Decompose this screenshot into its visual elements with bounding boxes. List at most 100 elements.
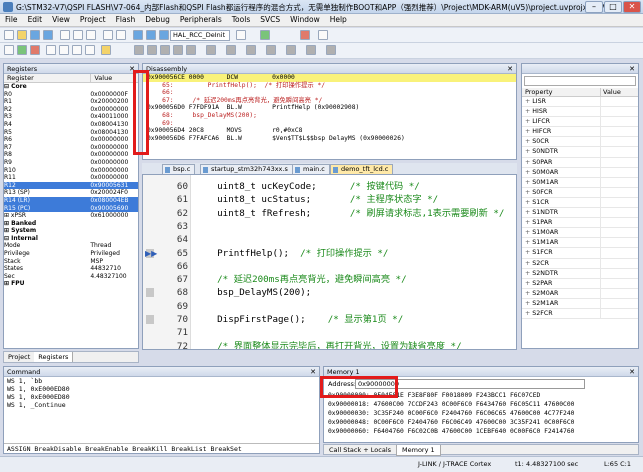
register-row[interactable]: ⊞ System [4,227,138,235]
memory-line[interactable]: 0x90000018: 47600C00 7CCDF243 0C00F6C0 F… [324,400,638,409]
property-row[interactable]: + HIFCR [522,127,638,138]
expand-icon[interactable]: + [525,300,530,307]
register-row[interactable]: R5 0x08004130 [4,129,138,137]
tab-bsp-c[interactable]: bsp.c [162,164,196,174]
disassembly-line[interactable]: 0x900056CE 0000 DCW 0x0000 [143,74,516,82]
expand-icon[interactable]: + [525,229,530,236]
register-row[interactable]: States 44832710 [4,265,138,273]
menu-window[interactable]: Window [285,14,325,25]
register-value[interactable]: 0x90005690 [90,205,138,213]
property-value[interactable] [600,137,638,147]
property-value[interactable] [600,147,638,157]
register-value[interactable] [90,235,138,243]
expand-icon[interactable]: + [525,128,530,135]
property-value[interactable] [600,177,638,187]
register-value[interactable]: MSP [90,258,138,266]
property-row[interactable]: + S1CR [522,197,638,209]
toolbox-icon[interactable] [326,45,336,55]
code-line[interactable]: 62 uint8_t fRefresh; /* 刷屏请求标志,1表示需要刷新 *… [143,207,516,220]
register-value[interactable]: 0x0000000F [90,91,138,99]
tab-memory-1[interactable]: Memory 1 [396,445,441,456]
expand-icon[interactable]: + [525,239,530,246]
redo-icon[interactable] [116,30,126,40]
register-value[interactable]: 0x61000000 [90,212,138,220]
menu-flash[interactable]: Flash [111,14,141,25]
code-editor[interactable]: ▶▶ 60 uint8_t ucKeyCode; /* 按键代码 */61 ui… [142,174,517,350]
save-all-icon[interactable] [43,30,53,40]
register-value[interactable]: 0x20000200 [90,98,138,106]
run-icon[interactable] [17,45,27,55]
property-value[interactable] [600,97,638,107]
register-value[interactable]: 44832710 [90,265,138,273]
register-value[interactable] [90,280,138,288]
register-row[interactable]: Stack MSP [4,258,138,266]
menu-project[interactable]: Project [75,14,111,25]
menu-debug[interactable]: Debug [140,14,175,25]
tab-demo-tft-lcd-c[interactable]: demo_tft_lcd.c [330,164,394,174]
code-line[interactable]: 69 [143,300,516,313]
expand-icon[interactable]: + [525,270,530,277]
code-line[interactable]: 72 /* 界面整体显示完毕后，再打开背光，设置为缺省亮度 */ [143,340,516,349]
property-value[interactable] [600,278,638,288]
tab-call-stack[interactable]: Call Stack + Locals [324,445,396,455]
register-row[interactable]: Sec 4.48327100 [4,273,138,281]
copy-icon[interactable] [73,30,83,40]
property-row[interactable]: + S1NDTR [522,208,638,219]
register-value[interactable]: 0x200024F0 [90,189,138,197]
property-row[interactable]: + S0PAR [522,157,638,168]
register-row[interactable]: R12 0x90005631 [4,181,138,190]
code-line[interactable]: 67 /* 延迟200ms再点亮背光，避免瞬间高亮 */ [143,273,516,286]
property-row[interactable]: + S1M0AR [522,228,638,239]
command-window-icon[interactable] [134,45,144,55]
property-row[interactable]: + S1FCR [522,248,638,259]
memory-line[interactable]: 0x90000000: 0F04F01E F3E8F80F F0018009 F… [324,391,638,400]
register-row[interactable]: ⊞ xPSR 0x61000000 [4,212,138,220]
nav-forward-icon[interactable] [146,30,156,40]
register-value[interactable]: 4.48327100 [90,273,138,281]
property-value[interactable] [600,218,638,228]
expand-icon[interactable]: + [525,148,530,155]
register-value[interactable] [90,220,138,228]
step-over-icon[interactable] [59,45,69,55]
expand-icon[interactable]: + [525,118,530,125]
register-row[interactable]: ⊞ FPU [4,280,138,288]
nav-back-icon[interactable] [133,30,143,40]
register-row[interactable]: Privilege Privileged [4,250,138,258]
find-icon[interactable] [236,30,246,40]
disassembly-line[interactable]: 69: [143,120,516,128]
menu-help[interactable]: Help [325,14,352,25]
register-value[interactable]: 0x08004130 [90,121,138,129]
property-row[interactable]: + S2CR [522,258,638,269]
menu-peripherals[interactable]: Peripherals [175,14,227,25]
register-row[interactable]: ⊟ Core [4,83,138,91]
undo-icon[interactable] [103,30,113,40]
command-input[interactable]: ASSIGN BreakDisable BreakEnable BreakKil… [4,443,319,453]
disassembly-line[interactable]: 66: [143,89,516,97]
expand-icon[interactable]: + [525,98,530,105]
property-row[interactable]: + LISR [522,97,638,108]
expand-icon[interactable]: + [525,159,530,166]
code-line[interactable]: 65 PrintfHelp(); /* 打印操作提示 */ [143,247,516,260]
expand-icon[interactable]: + [525,108,530,115]
new-file-icon[interactable] [4,30,14,40]
run-to-cursor-icon[interactable] [85,45,95,55]
disassembly-line[interactable]: 67: /* 延迟200ms再点亮背光，避免瞬间高亮 */ [143,97,516,105]
property-value[interactable] [600,187,638,197]
expand-icon[interactable]: + [525,290,530,297]
register-row[interactable]: R3 0x40011000 [4,113,138,121]
property-value[interactable] [600,268,638,278]
register-value[interactable]: 0x080004EB [90,197,138,205]
expand-icon[interactable]: + [525,249,530,256]
property-value[interactable] [600,197,638,208]
property-value[interactable] [600,298,638,308]
close-icon[interactable]: ✕ [129,64,135,74]
register-value[interactable]: Privileged [90,250,138,258]
property-value[interactable] [600,288,638,298]
call-stack-window-icon[interactable] [186,45,196,55]
open-folder-icon[interactable] [17,30,27,40]
property-row[interactable]: + S1PAR [522,218,638,229]
property-value[interactable] [600,238,638,248]
disassembly-line[interactable]: 68: bsp_DelayMS(200); [143,112,516,120]
register-row[interactable]: R13 (SP) 0x200024F0 [4,189,138,197]
tab-registers[interactable]: Registers [34,352,74,362]
